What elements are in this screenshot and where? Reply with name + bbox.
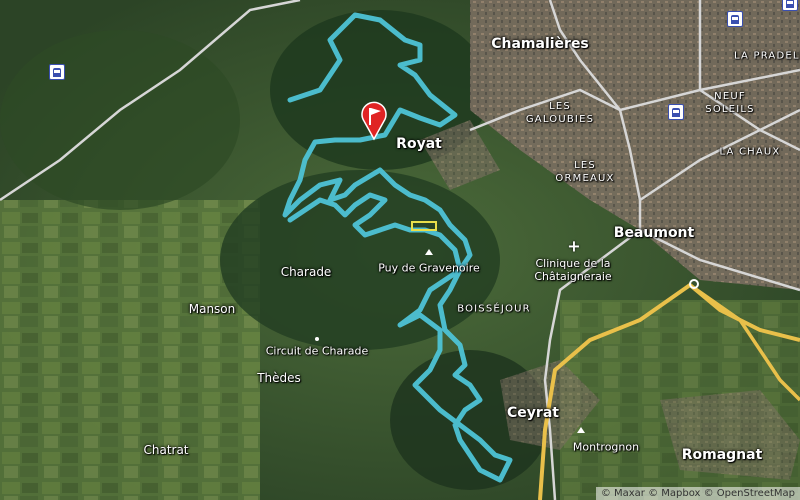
map-attribution[interactable]: © Maxar © Mapbox © OpenStreetMap [595, 487, 800, 500]
satellite-map[interactable] [0, 0, 800, 500]
forest-northwest [0, 30, 240, 210]
farm-fields-west [0, 200, 260, 500]
train-station-icon[interactable] [727, 11, 743, 27]
place-thedes[interactable]: Thèdes [257, 372, 301, 384]
train-station-icon[interactable] [782, 0, 798, 11]
place-manson[interactable]: Manson [189, 303, 236, 315]
hospital-icon[interactable]: + [567, 237, 580, 256]
place-boissejour[interactable]: BOISSÉJOUR [457, 303, 531, 316]
place-ceyrat[interactable]: Ceyrat [507, 406, 559, 420]
place-romagnat[interactable]: Romagnat [682, 448, 763, 462]
place-clinique[interactable]: Clinique de la Châtaigneraie [523, 257, 623, 283]
place-les-galoubies[interactable]: LES GALOUBIES [525, 100, 595, 126]
peak-icon [577, 427, 585, 433]
place-puy-de-gravenoire[interactable]: Puy de Gravenoire [378, 262, 480, 275]
start-flag-icon[interactable] [358, 101, 390, 141]
place-la-pradelle[interactable]: LA PRADELLE [734, 50, 800, 63]
place-beaumont[interactable]: Beaumont [614, 226, 694, 240]
place-les-ormeaux[interactable]: LES ORMEAUX [550, 159, 620, 185]
train-station-icon[interactable] [668, 104, 684, 120]
train-station-icon[interactable] [49, 64, 65, 80]
place-chatrat[interactable]: Chatrat [143, 444, 188, 456]
place-charade[interactable]: Charade [281, 266, 332, 278]
place-la-chaux[interactable]: LA CHAUX [720, 146, 781, 159]
place-neuf-soleils[interactable]: NEUF SOLEILS [700, 90, 760, 116]
place-royat[interactable]: Royat [396, 137, 442, 151]
place-montrognon[interactable]: Montrognon [573, 441, 639, 454]
poi-dot-icon [315, 337, 319, 341]
place-circuit-de-charade[interactable]: Circuit de Charade [266, 345, 369, 358]
peak-icon [425, 249, 433, 255]
place-chamalieres[interactable]: Chamalières [491, 37, 589, 51]
